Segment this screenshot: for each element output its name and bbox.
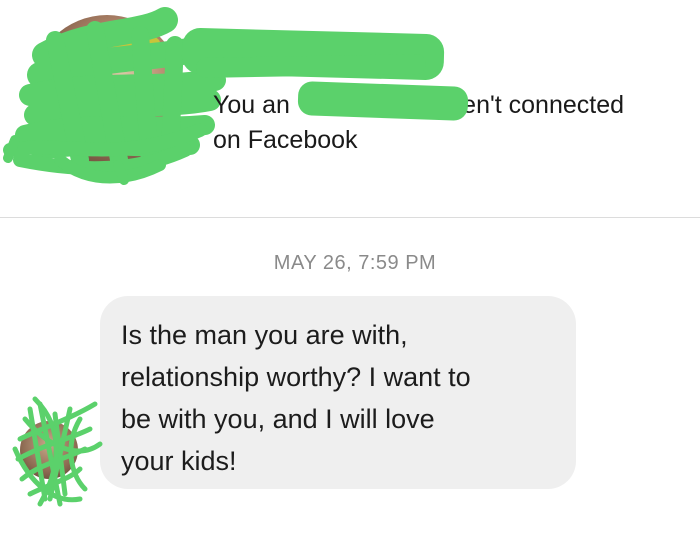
sender-photo bbox=[20, 421, 78, 479]
messenger-screen: You an aren't connected on Facebook MAY 2… bbox=[0, 0, 700, 545]
message-timestamp: MAY 26, 7:59 PM bbox=[273, 252, 437, 274]
profile-avatar[interactable] bbox=[32, 15, 182, 165]
connection-text-line2: on Facebook bbox=[213, 126, 358, 154]
inline-name-redaction bbox=[297, 81, 469, 121]
message-line: relationship worthy? I want to bbox=[121, 362, 471, 392]
name-redaction-secondary bbox=[195, 53, 427, 79]
message-line: Is the man you are with, bbox=[121, 320, 408, 350]
sender-avatar[interactable] bbox=[12, 395, 103, 507]
avatar-photo-detail bbox=[110, 33, 160, 53]
connection-text-part1: You an bbox=[213, 91, 290, 119]
message-line: be with you, and I will love bbox=[121, 404, 435, 434]
message-line: your kids! bbox=[121, 446, 237, 476]
message-text: Is the man you are with, relationship wo… bbox=[121, 314, 556, 482]
header-divider bbox=[0, 217, 700, 218]
conversation-header: You an aren't connected on Facebook bbox=[0, 0, 700, 217]
incoming-message-bubble[interactable]: Is the man you are with, relationship wo… bbox=[100, 296, 576, 489]
